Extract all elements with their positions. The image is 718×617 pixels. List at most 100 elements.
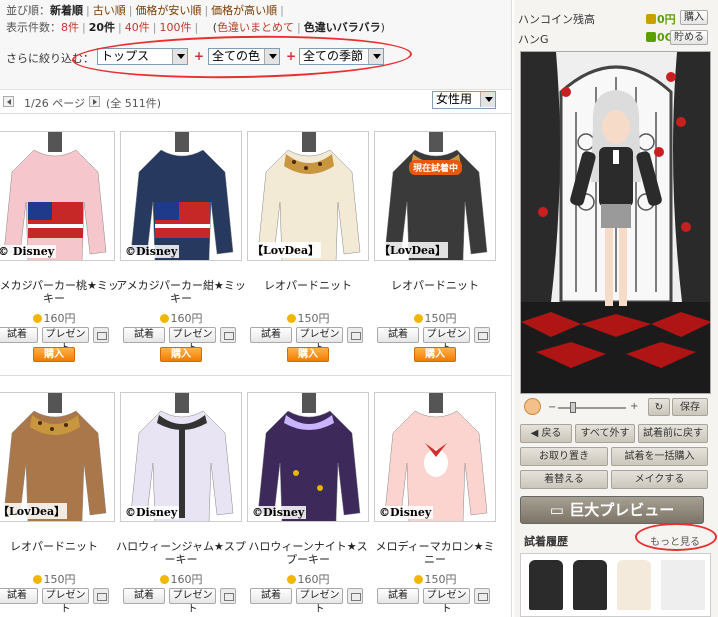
reserve-icon[interactable]	[474, 327, 490, 343]
buy-button[interactable]: 購入	[287, 347, 329, 362]
face-icon[interactable]	[524, 398, 541, 415]
item-thumbnail[interactable]: ©Disney	[120, 392, 242, 522]
coin-icon	[413, 575, 423, 584]
item-name[interactable]: レオパードニット	[0, 540, 119, 553]
color-separate-link[interactable]: 色違いバラバラ	[304, 21, 381, 34]
item-price-value: 150円	[424, 573, 457, 586]
history-strip[interactable]	[520, 553, 711, 617]
makeup-button[interactable]: メイクする	[611, 470, 708, 489]
garment-image	[375, 393, 495, 521]
item-price-value: 160円	[170, 312, 203, 325]
item-price-value: 160円	[170, 573, 203, 586]
reserve-icon[interactable]	[474, 588, 490, 604]
back-label: 戻る	[541, 428, 562, 439]
item-price-value: 150円	[424, 312, 457, 325]
reserve-button[interactable]: お取り置き	[520, 447, 608, 466]
prev-page-icon[interactable]	[3, 96, 14, 107]
sort-oldest-link[interactable]: 古い順	[93, 4, 126, 17]
zoom-slider-handle[interactable]	[570, 402, 576, 413]
buy-button[interactable]: 購入	[414, 347, 456, 362]
try-on-button[interactable]: 試着	[0, 588, 38, 604]
buy-button[interactable]: 購入	[33, 347, 75, 362]
item-name[interactable]: メロディーマカロン★ミニー	[370, 540, 500, 566]
history-item[interactable]	[617, 560, 651, 610]
zoom-plus-icon[interactable]: +	[630, 401, 638, 412]
sort-newest-link[interactable]: 新着順	[50, 4, 83, 17]
history-item[interactable]	[573, 560, 607, 610]
present-button[interactable]: プレゼント	[296, 588, 343, 615]
present-button[interactable]: プレゼント	[169, 327, 216, 354]
item-name[interactable]: アメカジパーカー桃★ミッキー	[0, 279, 119, 305]
item-thumbnail[interactable]: 【LovDea】	[247, 131, 369, 261]
hang-save-button[interactable]: 貯める	[670, 30, 708, 45]
count-20-link[interactable]: 20件	[89, 21, 115, 34]
reserve-icon[interactable]	[220, 327, 236, 343]
rotate-icon[interactable]: ↻	[648, 398, 670, 416]
color-group-link[interactable]: 色違いまとめて	[217, 21, 294, 34]
try-on-button[interactable]: 試着	[123, 588, 165, 604]
next-page-icon[interactable]	[89, 96, 100, 107]
item-name[interactable]: レオパードニット	[370, 279, 500, 292]
reserve-icon[interactable]	[347, 327, 363, 343]
item-name[interactable]: ハロウィーンナイト★スプーキー	[243, 540, 373, 566]
try-on-button[interactable]: 試着	[377, 327, 419, 343]
avatar-scene	[521, 52, 710, 393]
gender-select[interactable]: 女性用	[432, 91, 496, 109]
bulk-buy-button[interactable]: 試着を一括購入	[611, 447, 708, 466]
remove-all-button[interactable]: すべて外す	[575, 424, 635, 443]
present-button[interactable]: プレゼント	[169, 588, 216, 615]
reserve-icon[interactable]	[93, 588, 109, 604]
coin-icon	[159, 314, 169, 323]
try-on-button[interactable]: 試着	[250, 327, 292, 343]
item-name[interactable]: ハロウィーンジャム★スプーキー	[116, 540, 246, 566]
gender-select-value: 女性用	[436, 92, 473, 106]
item-price: 150円	[374, 310, 496, 326]
buy-button[interactable]: 購入	[160, 347, 202, 362]
item-thumbnail[interactable]: 現在試着中 【LovDea】	[374, 131, 496, 261]
item-thumbnail[interactable]: 【LovDea】	[0, 392, 115, 522]
count-100-link[interactable]: 100件	[159, 21, 191, 34]
sort-label: 並び順：	[6, 4, 50, 17]
sort-cheap-link[interactable]: 価格が安い順	[135, 4, 201, 17]
present-button[interactable]: プレゼント	[423, 588, 470, 615]
reserve-icon[interactable]	[93, 327, 109, 343]
count-8-link[interactable]: 8件	[61, 21, 79, 34]
item-price-value: 150円	[297, 312, 330, 325]
change-clothes-button[interactable]: 着替える	[520, 470, 608, 489]
back-button[interactable]: ◀ 戻る	[520, 424, 572, 443]
coin-buy-button[interactable]: 購入	[680, 10, 708, 25]
item-thumbnail[interactable]: © Disney	[0, 131, 115, 261]
try-on-button[interactable]: 試着	[250, 588, 292, 604]
item-thumbnail[interactable]: ©Disney	[120, 131, 242, 261]
try-on-button[interactable]: 試着	[0, 327, 38, 343]
history-item[interactable]	[529, 560, 563, 610]
reserve-icon[interactable]	[347, 588, 363, 604]
hang-label: ハンG	[518, 33, 549, 46]
zoom-slider[interactable]	[558, 407, 626, 409]
present-button[interactable]: プレゼント	[42, 327, 89, 354]
present-button[interactable]: プレゼント	[423, 327, 470, 354]
save-button[interactable]: 保存	[672, 398, 708, 416]
count-40-link[interactable]: 40件	[125, 21, 150, 34]
zoom-minus-icon[interactable]: −	[548, 402, 556, 413]
brand-tag: 【LovDea】	[250, 242, 322, 258]
present-button[interactable]: プレゼント	[296, 327, 343, 354]
garment-image	[0, 132, 114, 260]
brand-tag: ©Disney	[123, 506, 180, 519]
item-name[interactable]: アメカジパーカー紺★ミッキー	[116, 279, 246, 305]
zoom-row: − + ↻ 保存	[520, 397, 711, 417]
present-button[interactable]: プレゼント	[42, 588, 89, 615]
item-thumbnail[interactable]: ©Disney	[374, 392, 496, 522]
item-name[interactable]: レオパードニット	[243, 279, 373, 292]
brand-tag: ©Disney	[250, 506, 307, 519]
reserve-icon[interactable]	[220, 588, 236, 604]
page-indicator: 1/26 ページ	[24, 97, 85, 110]
reset-tryon-button[interactable]: 試着前に戻す	[638, 424, 708, 443]
coin-value: 0円	[657, 13, 676, 26]
try-on-button[interactable]: 試着	[123, 327, 165, 343]
try-on-button[interactable]: 試着	[377, 588, 419, 604]
sort-expensive-link[interactable]: 価格が高い順	[211, 4, 277, 17]
big-preview-button[interactable]: ▭ 巨大プレビュー	[520, 496, 704, 524]
history-item[interactable]	[661, 560, 705, 610]
item-thumbnail[interactable]: ©Disney	[247, 392, 369, 522]
